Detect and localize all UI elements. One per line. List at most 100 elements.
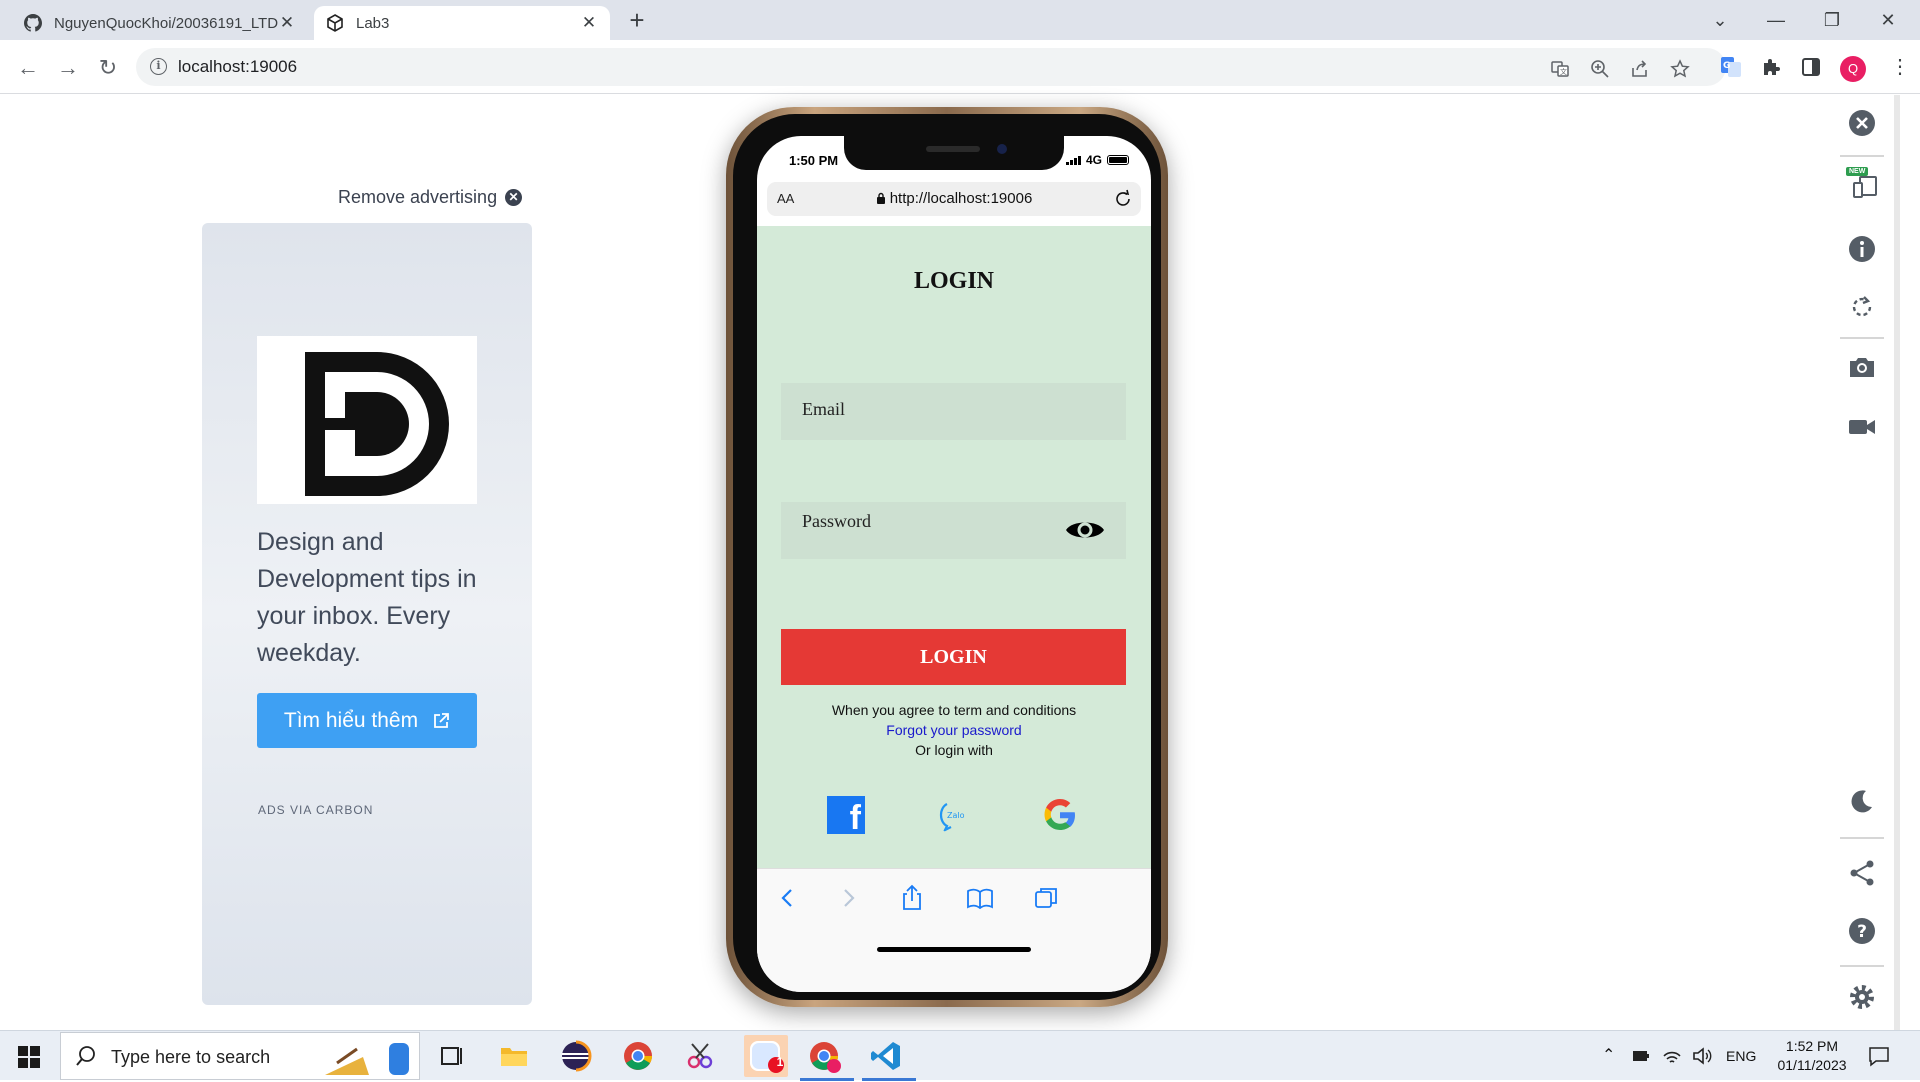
status-bar-right: 4G bbox=[1065, 153, 1129, 167]
close-tab-icon[interactable]: ✕ bbox=[278, 14, 296, 32]
ad-text: Design and Development tips in your inbo… bbox=[257, 528, 477, 667]
page-content: Remove advertising ✕ Design and Developm… bbox=[0, 95, 1920, 1030]
remove-advertising-link[interactable]: Remove advertising ✕ bbox=[338, 187, 523, 208]
chrome-icon[interactable] bbox=[620, 1038, 656, 1074]
safari-bookmarks-icon[interactable] bbox=[965, 883, 995, 913]
snipping-tool-icon[interactable] bbox=[682, 1038, 718, 1074]
tab-github[interactable]: NguyenQuocKhoi/20036191_LTD ✕ bbox=[12, 6, 308, 40]
safari-back-icon[interactable] bbox=[773, 883, 803, 913]
signal-icon bbox=[1065, 155, 1081, 165]
system-clock[interactable]: 1:52 PM 01/11/2023 bbox=[1752, 1037, 1872, 1075]
home-indicator bbox=[877, 947, 1031, 952]
tab-search-icon[interactable]: ⌄ bbox=[1700, 4, 1740, 36]
close-panel-icon[interactable] bbox=[1848, 109, 1876, 137]
tab-title: NguyenQuocKhoi/20036191_LTD bbox=[54, 14, 278, 32]
email-placeholder: Email bbox=[802, 399, 845, 419]
share-nodes-icon[interactable] bbox=[1846, 857, 1878, 889]
safari-tabs-icon[interactable] bbox=[1031, 883, 1061, 913]
extensions-icon[interactable] bbox=[1760, 56, 1782, 78]
rotate-icon[interactable] bbox=[1846, 291, 1878, 323]
login-button[interactable]: LOGIN bbox=[781, 629, 1126, 685]
google-icon[interactable] bbox=[1041, 796, 1079, 834]
github-icon bbox=[24, 14, 42, 32]
url-text: localhost:19006 bbox=[178, 57, 298, 76]
close-window-button[interactable]: ✕ bbox=[1868, 4, 1908, 36]
tray-overflow-icon[interactable]: ⌃ bbox=[1602, 1031, 1615, 1081]
divider bbox=[1840, 837, 1884, 839]
tab-strip: NguyenQuocKhoi/20036191_LTD ✕ Lab3 ✕ + ⌄… bbox=[0, 0, 1920, 40]
reload-button[interactable]: ↻ bbox=[94, 54, 122, 82]
zalo-label: Zalo bbox=[947, 811, 965, 820]
svg-text:文: 文 bbox=[1560, 67, 1567, 76]
safari-forward-icon[interactable] bbox=[833, 883, 863, 913]
zalo-icon[interactable]: Zalo bbox=[935, 796, 973, 834]
notifications-icon[interactable] bbox=[1868, 1045, 1890, 1067]
forgot-password-link[interactable]: Forgot your password bbox=[757, 720, 1151, 740]
restore-button[interactable]: ❐ bbox=[1812, 4, 1852, 36]
svg-text:G: G bbox=[1723, 61, 1730, 71]
safari-share-icon[interactable] bbox=[897, 883, 927, 913]
password-placeholder: Password bbox=[802, 511, 872, 531]
site-info-icon[interactable]: i bbox=[150, 58, 167, 75]
info-icon[interactable] bbox=[1846, 233, 1878, 265]
back-button[interactable]: ← bbox=[14, 54, 42, 82]
help-icon[interactable]: ? bbox=[1846, 915, 1878, 947]
external-link-icon bbox=[434, 712, 450, 728]
close-tab-icon[interactable]: ✕ bbox=[580, 14, 598, 32]
email-input[interactable]: Email bbox=[781, 383, 1126, 440]
vscode-icon[interactable] bbox=[868, 1038, 904, 1074]
task-view-icon[interactable] bbox=[434, 1038, 470, 1074]
menu-icon[interactable]: ⋮ bbox=[1890, 56, 1910, 78]
address-bar[interactable]: i localhost:19006 文 bbox=[136, 48, 1726, 86]
battery-icon bbox=[1107, 155, 1129, 165]
wifi-icon[interactable] bbox=[1662, 1046, 1682, 1066]
ad-button-label: Tìm hiểu thêm bbox=[283, 708, 419, 732]
divider bbox=[1840, 155, 1884, 157]
new-tab-button[interactable]: + bbox=[624, 7, 650, 34]
ad-card[interactable]: Design and Development tips in your inbo… bbox=[202, 223, 532, 1005]
volume-icon[interactable] bbox=[1692, 1046, 1712, 1066]
video-icon[interactable] bbox=[1846, 411, 1878, 443]
settings-gear-icon[interactable] bbox=[1846, 981, 1878, 1013]
devices-icon[interactable]: NEW bbox=[1846, 167, 1878, 199]
zoom-icon[interactable] bbox=[1590, 59, 1610, 79]
or-login-with-text: Or login with bbox=[915, 742, 993, 758]
ad-learn-more-button[interactable]: Tìm hiểu thêm bbox=[257, 693, 477, 748]
svg-text:?: ? bbox=[1857, 922, 1867, 942]
zalo-taskbar-app[interactable]: 1 bbox=[744, 1035, 788, 1077]
dark-mode-icon[interactable] bbox=[1846, 785, 1878, 817]
divider bbox=[1840, 965, 1884, 967]
safari-address-bar[interactable]: AA http://localhost:19006 bbox=[767, 182, 1141, 216]
facebook-icon[interactable]: f bbox=[827, 796, 865, 834]
windows-taskbar: Type here to search 1 ⌃ ENG 1:52 PM 01/1… bbox=[0, 1030, 1920, 1081]
chrome-profile-icon[interactable] bbox=[806, 1038, 842, 1074]
safari-reload-icon[interactable] bbox=[1113, 189, 1133, 209]
clock-time: 1:52 PM bbox=[1785, 1038, 1839, 1054]
google-translate-icon[interactable]: G bbox=[1720, 56, 1742, 78]
login-screen: LOGIN Email Password LOGIN When you agre… bbox=[757, 226, 1151, 868]
minimize-button[interactable]: — bbox=[1756, 4, 1796, 36]
translate-icon[interactable]: 文 bbox=[1550, 59, 1570, 79]
scrollbar[interactable] bbox=[1894, 95, 1900, 1030]
eclipse-icon[interactable] bbox=[558, 1038, 594, 1074]
forward-button[interactable]: → bbox=[54, 54, 82, 82]
side-panel-icon[interactable] bbox=[1800, 56, 1822, 78]
bookmark-star-icon[interactable] bbox=[1670, 59, 1690, 79]
file-explorer-icon[interactable] bbox=[496, 1038, 532, 1074]
camera-icon[interactable] bbox=[1846, 351, 1878, 383]
profile-avatar[interactable]: Q bbox=[1840, 56, 1866, 82]
share-icon[interactable] bbox=[1630, 59, 1650, 79]
ads-via-carbon[interactable]: ADS VIA CARBON bbox=[258, 803, 373, 817]
taskbar-search-box[interactable]: Type here to search bbox=[60, 1032, 420, 1080]
search-placeholder: Type here to search bbox=[111, 1047, 271, 1067]
status-time: 1:50 PM bbox=[789, 153, 839, 168]
eye-icon[interactable] bbox=[1064, 516, 1106, 544]
phone-notch bbox=[844, 136, 1064, 170]
tab-lab3[interactable]: Lab3 ✕ bbox=[314, 6, 610, 40]
windows-start-icon[interactable] bbox=[18, 1046, 40, 1068]
password-input[interactable]: Password bbox=[781, 502, 1126, 559]
battery-tray-icon[interactable] bbox=[1632, 1048, 1650, 1064]
safari-url: http://localhost:19006 bbox=[767, 182, 1141, 216]
iphone-frame: 1:50 PM 4G AA http://localhost:19006 LOG… bbox=[726, 107, 1168, 1007]
tab-title: Lab3 bbox=[356, 14, 390, 32]
